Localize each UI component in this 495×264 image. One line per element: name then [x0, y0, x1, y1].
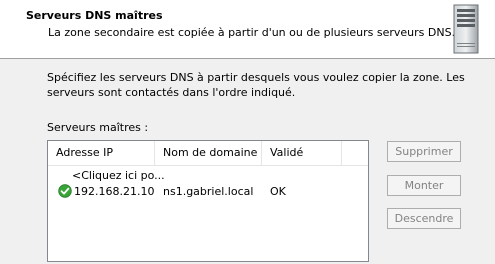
check-circle-icon: [58, 184, 72, 198]
move-up-button[interactable]: Monter: [387, 175, 461, 196]
master-servers-label: Serveurs maîtres :: [47, 121, 149, 134]
cell-domain-name: ns1.gabriel.local: [163, 185, 254, 198]
page-title: Serveurs DNS maîtres: [26, 9, 163, 22]
cell-validated: OK: [270, 185, 286, 198]
server-icon: [453, 4, 479, 54]
table-row[interactable]: 192.168.21.10 ns1.gabriel.local OK: [48, 183, 368, 200]
column-header-ip-address[interactable]: Adresse IP: [48, 141, 155, 165]
instructions-text: Spécifiez les serveurs DNS à partir desq…: [47, 71, 465, 99]
list-header: Adresse IP Nom de domaine ... Validé: [48, 141, 368, 166]
column-header-domain-name[interactable]: Nom de domaine ...: [155, 141, 262, 165]
page-subtitle: La zone secondaire est copiée à partir d…: [48, 26, 456, 39]
wizard-header: Serveurs DNS maîtres La zone secondaire …: [0, 0, 495, 59]
cell-ip-address: 192.168.21.10: [74, 185, 155, 198]
add-server-placeholder-text[interactable]: <Cliquez ici po...: [72, 167, 165, 184]
add-server-placeholder-row[interactable]: <Cliquez ici po...: [48, 167, 368, 184]
master-servers-list[interactable]: Adresse IP Nom de domaine ... Validé <Cl…: [47, 140, 369, 262]
column-header-validated[interactable]: Validé: [262, 141, 342, 165]
delete-button[interactable]: Supprimer: [387, 141, 461, 162]
move-down-button[interactable]: Descendre: [387, 208, 461, 229]
